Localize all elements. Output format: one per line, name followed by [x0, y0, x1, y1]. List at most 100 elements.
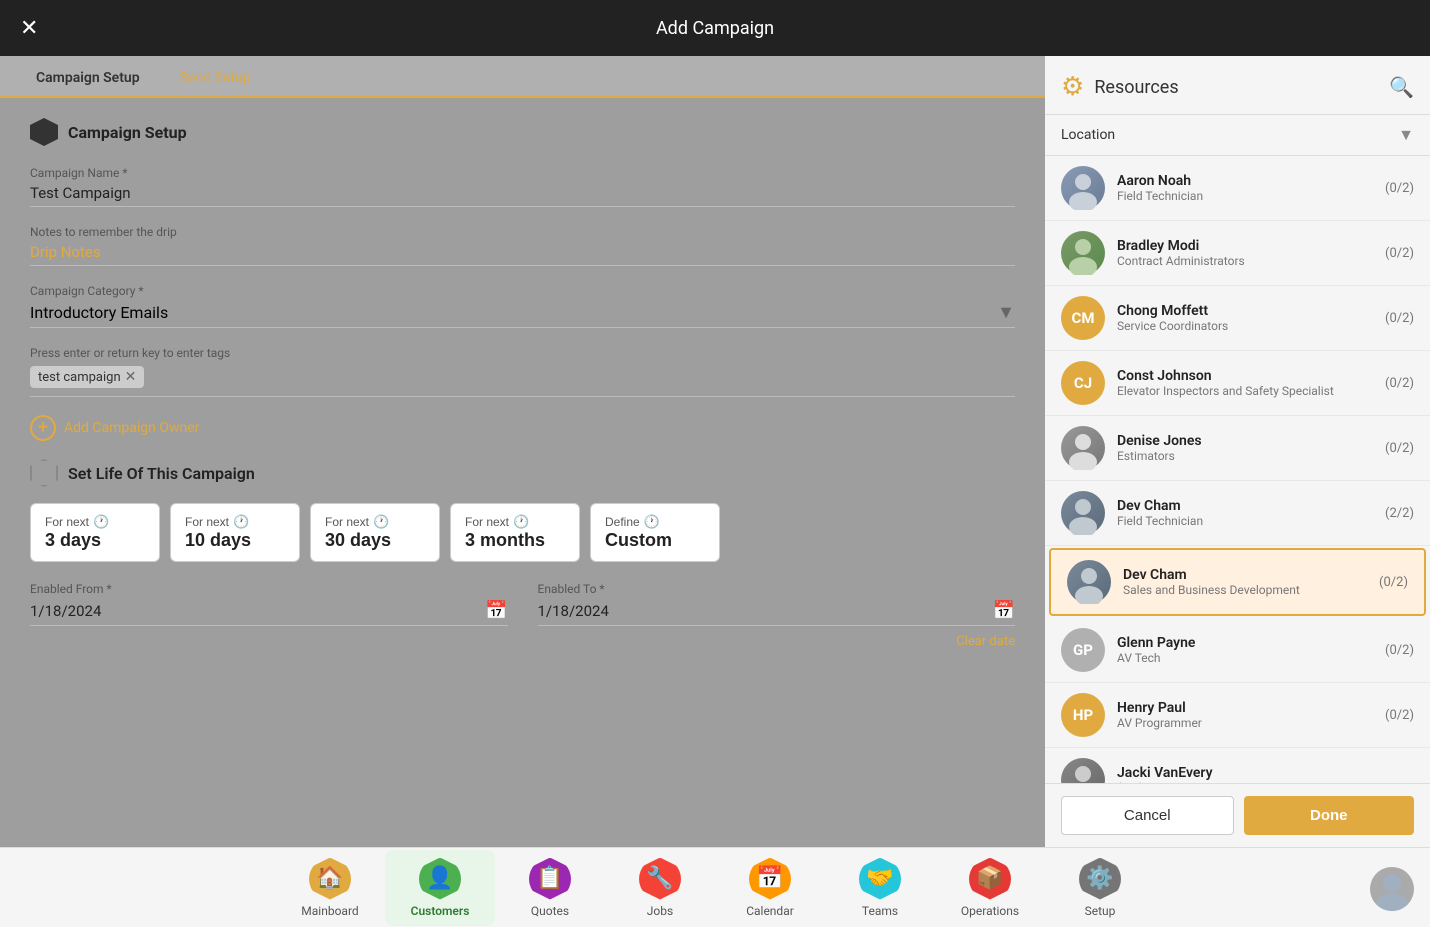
tabs-bar: Campaign Setup Send Setup — [0, 56, 1045, 98]
clock-icon: 🕐 — [93, 514, 109, 530]
tab-send-setup[interactable]: Send Setup — [160, 56, 271, 96]
nav-label-quotes: Quotes — [531, 904, 569, 918]
resource-info-dev1: Dev Cham Field Technician — [1117, 498, 1377, 528]
resource-item-chong[interactable]: CM Chong Moffett Service Coordinators (0… — [1045, 286, 1430, 351]
resources-header: ⚙ Resources 🔍 — [1045, 56, 1430, 115]
nav-label-calendar: Calendar — [746, 904, 794, 918]
resource-item-glenn[interactable]: GP Glenn Payne AV Tech (0/2) — [1045, 618, 1430, 683]
avatar-chong: CM — [1061, 296, 1105, 340]
nav-item-customers[interactable]: 👤 Customers — [385, 850, 495, 926]
location-row[interactable]: Location ▼ — [1045, 115, 1430, 156]
add-owner-label: Add Campaign Owner — [64, 420, 199, 436]
life-btn-3days[interactable]: For next 🕐 3 days — [30, 503, 160, 562]
search-icon[interactable]: 🔍 — [1389, 75, 1414, 99]
nav-item-quotes[interactable]: 📋 Quotes — [495, 850, 605, 926]
tag-remove-icon[interactable]: ✕ — [125, 369, 137, 385]
resource-name-const: Const Johnson — [1117, 368, 1377, 384]
dialog-title: Add Campaign — [656, 18, 774, 39]
life-btn-custom[interactable]: Define 🕐 Custom — [590, 503, 720, 562]
resource-role-denise: Estimators — [1117, 449, 1377, 463]
avatar-jacki — [1061, 758, 1105, 783]
resource-item-henry[interactable]: HP Henry Paul AV Programmer (0/2) — [1045, 683, 1430, 748]
category-select[interactable]: Introductory Emails ▼ — [30, 302, 1015, 328]
avatar-glenn: GP — [1061, 628, 1105, 672]
nav-item-teams[interactable]: 🤝 Teams — [825, 850, 935, 926]
clock-icon-2: 🕐 — [233, 514, 249, 530]
user-avatar[interactable] — [1370, 867, 1414, 911]
nav-item-jobs[interactable]: 🔧 Jobs — [605, 850, 715, 926]
bottom-nav: 🏠 Mainboard 👤 Customers 📋 Quotes 🔧 Jobs … — [0, 847, 1430, 927]
section-header: Campaign Setup — [30, 118, 1015, 146]
enabled-to-value: 1/18/2024 — [538, 602, 985, 620]
clock-icon-3: 🕐 — [373, 514, 389, 530]
setup-icon: ⚙️ — [1079, 858, 1121, 900]
resource-role-dev2: Sales and Business Development — [1123, 583, 1371, 597]
clear-date-button[interactable]: Clear date — [30, 634, 1015, 649]
tab-campaign-setup[interactable]: Campaign Setup — [16, 56, 160, 96]
enabled-to-input[interactable]: 1/18/2024 📅 — [538, 600, 1016, 626]
resource-item-const[interactable]: CJ Const Johnson Elevator Inspectors and… — [1045, 351, 1430, 416]
resource-info-aaron: Aaron Noah Field Technician — [1117, 173, 1377, 203]
resource-info-bradley: Bradley Modi Contract Administrators — [1117, 238, 1377, 268]
tag-label: test campaign — [38, 370, 121, 385]
nav-item-mainboard[interactable]: 🏠 Mainboard — [275, 850, 385, 926]
form-content: Campaign Setup Campaign Name * Test Camp… — [0, 98, 1045, 669]
tags-group: Press enter or return key to enter tags … — [30, 346, 1015, 397]
clock-icon-4: 🕐 — [513, 514, 529, 530]
cancel-button[interactable]: Cancel — [1061, 796, 1234, 835]
operations-icon: 📦 — [969, 858, 1011, 900]
nav-label-mainboard: Mainboard — [301, 904, 358, 918]
resource-count-dev1: (2/2) — [1385, 506, 1414, 521]
avatar-bradley — [1061, 231, 1105, 275]
life-btn-10days[interactable]: For next 🕐 10 days — [170, 503, 300, 562]
add-campaign-owner-button[interactable]: + Add Campaign Owner — [30, 415, 1015, 441]
category-group: Campaign Category * Introductory Emails … — [30, 284, 1015, 328]
campaign-name-value[interactable]: Test Campaign — [30, 184, 1015, 207]
resource-name-jacki: Jacki VanEvery — [1117, 765, 1406, 781]
notes-value[interactable]: Drip Notes — [30, 243, 1015, 266]
resource-role-const: Elevator Inspectors and Safety Specialis… — [1117, 384, 1377, 398]
resource-item-denise[interactable]: Denise Jones Estimators (0/2) — [1045, 416, 1430, 481]
nav-item-setup[interactable]: ⚙️ Setup — [1045, 850, 1155, 926]
resource-item-bradley[interactable]: Bradley Modi Contract Administrators (0/… — [1045, 221, 1430, 286]
calendar-icon: 📅 — [485, 600, 507, 621]
enabled-from-input[interactable]: 1/18/2024 📅 — [30, 600, 508, 626]
enabled-to-label: Enabled To * — [538, 582, 1016, 596]
resources-title: Resources — [1094, 77, 1178, 98]
resources-footer: Cancel Done — [1045, 783, 1430, 847]
category-value: Introductory Emails — [30, 303, 168, 322]
close-button[interactable]: ✕ — [20, 16, 38, 41]
resource-name-aaron: Aaron Noah — [1117, 173, 1377, 189]
life-btn-30days[interactable]: For next 🕐 30 days — [310, 503, 440, 562]
dropdown-arrow-icon: ▼ — [997, 302, 1015, 323]
resource-role-glenn: AV Tech — [1117, 651, 1377, 665]
resource-item-dev2[interactable]: Dev Cham Sales and Business Development … — [1049, 548, 1426, 616]
life-btn-3months[interactable]: For next 🕐 3 months — [450, 503, 580, 562]
nav-item-calendar[interactable]: 📅 Calendar — [715, 850, 825, 926]
nav-label-teams: Teams — [862, 904, 898, 918]
gear-icon: ⚙ — [1061, 72, 1084, 102]
category-label: Campaign Category * — [30, 284, 1015, 298]
avatar-dev2 — [1067, 560, 1111, 604]
resource-list: Aaron Noah Field Technician (0/2) Bradle… — [1045, 156, 1430, 783]
done-button[interactable]: Done — [1244, 796, 1415, 835]
resource-item-aaron[interactable]: Aaron Noah Field Technician (0/2) — [1045, 156, 1430, 221]
add-icon: + — [30, 415, 56, 441]
resource-count-const: (0/2) — [1385, 376, 1414, 391]
resource-item-jacki[interactable]: Jacki VanEvery (0/2) — [1045, 748, 1430, 783]
life-icon — [30, 459, 58, 487]
resource-name-dev1: Dev Cham — [1117, 498, 1377, 514]
section-title: Campaign Setup — [68, 123, 187, 142]
main-layout: Campaign Setup Send Setup Campaign Setup… — [0, 56, 1430, 847]
tags-container[interactable]: test campaign ✕ — [30, 366, 1015, 397]
resource-info-chong: Chong Moffett Service Coordinators — [1117, 303, 1377, 333]
calendar-nav-icon: 📅 — [749, 858, 791, 900]
resource-name-bradley: Bradley Modi — [1117, 238, 1377, 254]
avatar-const: CJ — [1061, 361, 1105, 405]
nav-label-setup: Setup — [1085, 904, 1116, 918]
teams-icon: 🤝 — [859, 858, 901, 900]
resource-name-denise: Denise Jones — [1117, 433, 1377, 449]
resource-item-dev1[interactable]: Dev Cham Field Technician (2/2) — [1045, 481, 1430, 546]
clock-icon-5: 🕐 — [644, 514, 660, 530]
nav-item-operations[interactable]: 📦 Operations — [935, 850, 1045, 926]
